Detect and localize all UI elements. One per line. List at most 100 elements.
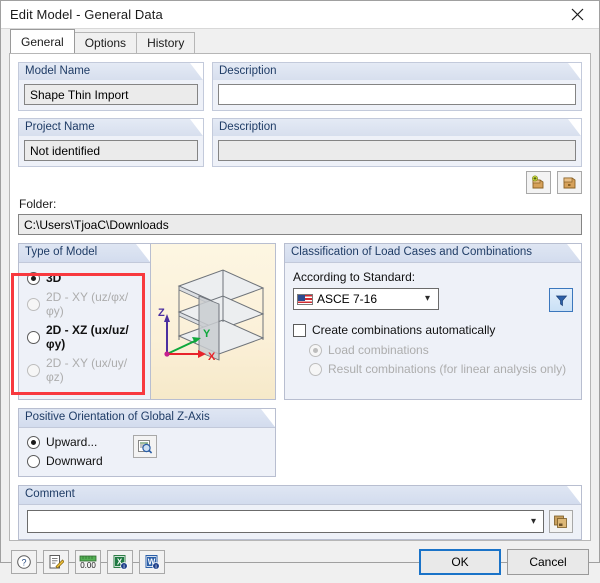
- ok-button-label: OK: [451, 555, 469, 569]
- tab-general-label: General: [21, 34, 64, 49]
- tab-history[interactable]: History: [136, 32, 196, 53]
- model-name-group: Model Name Shape Thin Import: [18, 62, 204, 111]
- svg-text:Z: Z: [158, 307, 165, 319]
- model-name-header: Model Name: [18, 62, 204, 80]
- radio-3d-marker: [27, 271, 40, 285]
- title-bar: Edit Model - General Data: [1, 1, 599, 29]
- chevron-down-icon: ▾: [530, 516, 536, 527]
- svg-text:i: i: [155, 564, 156, 570]
- auto-combinations-label: Create combinations automatically: [312, 323, 496, 337]
- edit-model-dialog: Edit Model - General Data General Option…: [0, 0, 600, 575]
- model-description-wrap: [212, 80, 582, 111]
- help-icon[interactable]: ?: [11, 550, 37, 574]
- radio-2d-xy-uz-marker: [27, 297, 40, 311]
- radio-3d[interactable]: 3D: [27, 271, 142, 285]
- project-description-input[interactable]: [218, 140, 576, 161]
- magnifier-preview-glyph: [137, 440, 152, 454]
- radio-downward-label: Downward: [46, 454, 103, 468]
- radio-2d-xz-label: 2D - XZ (ux/uz/φy): [46, 323, 129, 351]
- project-name-band: Project Name Not identified Description: [18, 118, 582, 167]
- radio-load-combinations-marker: [309, 343, 322, 357]
- classification-group: Classification of Load Cases and Combina…: [284, 243, 582, 400]
- tab-general[interactable]: General: [10, 29, 75, 53]
- project-name-wrap: Not identified: [18, 136, 204, 167]
- excel-export-icon[interactable]: X i: [107, 550, 133, 574]
- folder-icon[interactable]: [557, 171, 582, 194]
- radio-downward[interactable]: Downward: [27, 454, 103, 468]
- units-icon[interactable]: 0.00: [75, 550, 101, 574]
- svg-text:Y: Y: [203, 328, 211, 340]
- cancel-button[interactable]: Cancel: [507, 549, 589, 575]
- dialog-footer: ? 0.00 X i W i OK Cancel: [1, 541, 599, 583]
- radio-result-combinations-label: Result combinations (for linear analysis…: [328, 362, 567, 376]
- radio-2d-xy-ux-marker: [27, 363, 40, 377]
- z-axis-options: Upward... Downward: [27, 435, 103, 468]
- units-glyph: 0.00: [79, 555, 97, 570]
- copy-comment-button[interactable]: [549, 510, 573, 533]
- radio-upward-marker: [27, 435, 40, 449]
- filter-button[interactable]: [549, 288, 573, 312]
- type-of-model-body: 3D 2D - XY (uz/φx/φy) 2D - XZ (ux/uz/φy): [19, 263, 150, 392]
- radio-load-combinations-label: Load combinations: [328, 343, 429, 357]
- radio-downward-marker: [27, 454, 40, 468]
- radio-result-combinations-marker: [309, 362, 322, 376]
- model-preview-graphic: Z Y X: [158, 269, 265, 363]
- svg-text:0.00: 0.00: [80, 561, 96, 570]
- copy-comment-icon: [554, 515, 567, 528]
- radio-2d-xy-ux-label: 2D - XY (ux/uy/φz): [46, 356, 128, 384]
- help-glyph: ?: [17, 555, 31, 569]
- model-description-group: Description: [212, 62, 582, 111]
- project-name-header: Project Name: [18, 118, 204, 136]
- comment-group: Comment ▾: [18, 485, 582, 540]
- z-axis-body: Upward... Downward: [19, 428, 275, 476]
- comment-dropdown[interactable]: ▾: [27, 510, 544, 533]
- magnifier-preview-icon: [132, 435, 157, 458]
- radio-2d-xz[interactable]: 2D - XZ (ux/uz/φy): [27, 323, 142, 351]
- tab-options-label: Options: [84, 36, 127, 50]
- window-title: Edit Model - General Data: [10, 7, 163, 22]
- classification-body: According to Standard: ASCE 7-16 ▾ Creat…: [285, 263, 581, 384]
- model-name-wrap: Shape Thin Import: [18, 80, 204, 111]
- z-axis-header: Positive Orientation of Global Z-Axis: [19, 409, 275, 428]
- tab-history-label: History: [147, 36, 185, 50]
- us-flag-icon: [297, 293, 313, 305]
- z-axis-preview-button[interactable]: [132, 435, 157, 458]
- comment-header: Comment: [19, 486, 581, 505]
- project-description-wrap: [212, 136, 582, 167]
- auto-combinations-checkbox-row[interactable]: Create combinations automatically: [293, 323, 573, 337]
- chevron-down-icon: ▾: [424, 293, 430, 304]
- close-icon[interactable]: [555, 1, 599, 28]
- project-description-header: Description: [212, 118, 582, 136]
- project-description-group: Description: [212, 118, 582, 167]
- standard-label: According to Standard:: [293, 270, 416, 284]
- type-of-model-group: Type of Model 3D 2D - XY (uz/φx/φy) 2D -…: [18, 243, 152, 400]
- z-axis-group: Positive Orientation of Global Z-Axis Up…: [18, 408, 276, 477]
- standard-dropdown[interactable]: ASCE 7-16 ▾: [293, 288, 439, 310]
- word-export-icon[interactable]: W i: [139, 550, 165, 574]
- filter-icon: [555, 295, 567, 306]
- ok-button[interactable]: OK: [419, 549, 501, 575]
- close-glyph: [571, 8, 583, 21]
- radio-result-combinations: Result combinations (for linear analysis…: [309, 362, 573, 376]
- general-tab-panel: Model Name Shape Thin Import Description…: [9, 53, 591, 541]
- model-description-input[interactable]: [218, 84, 576, 105]
- cancel-button-label: Cancel: [529, 555, 567, 569]
- add-folder-icon[interactable]: [526, 171, 551, 194]
- svg-text:i: i: [123, 564, 124, 570]
- type-of-model-header: Type of Model: [19, 244, 151, 263]
- classification-header: Classification of Load Cases and Combina…: [285, 244, 581, 263]
- tab-options[interactable]: Options: [73, 32, 138, 53]
- project-name-input[interactable]: Not identified: [24, 140, 198, 161]
- folder-input[interactable]: C:\Users\TjoaC\Downloads: [18, 214, 582, 235]
- radio-upward-label: Upward...: [46, 435, 98, 449]
- edit-note-glyph: [49, 555, 64, 569]
- add-folder-glyph: [532, 174, 544, 188]
- model-name-input[interactable]: Shape Thin Import: [24, 84, 198, 105]
- radio-2d-xy-ux: 2D - XY (ux/uy/φz): [27, 356, 142, 384]
- radio-upward[interactable]: Upward...: [27, 435, 103, 449]
- folder-label: Folder:: [19, 197, 57, 211]
- type-and-preview: Type of Model 3D 2D - XY (uz/φx/φy) 2D -…: [18, 243, 276, 400]
- standard-row: ASCE 7-16 ▾: [293, 288, 573, 312]
- edit-note-icon[interactable]: [43, 550, 69, 574]
- folder-section: Folder: C:\Users\TjoaC\Downloads: [18, 197, 582, 235]
